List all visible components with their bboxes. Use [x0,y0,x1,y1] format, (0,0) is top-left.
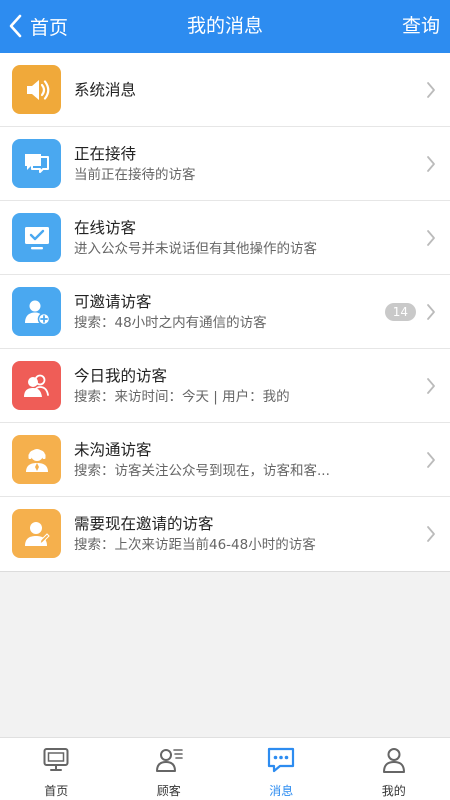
chevron-right-icon [427,378,435,394]
message-item-system[interactable]: 系统消息 [0,53,450,127]
chevron-right-icon [427,82,435,98]
person-icon [382,748,405,773]
tab-label: 我的 [381,784,406,798]
message-list: 系统消息 正在接待 当前正在接待的访客 在线访客 进入公众号并未说话但有其他操作… [0,53,450,572]
message-item-invitable[interactable]: 可邀请访客 搜索：48小时之内有通信的访客 14 [0,275,450,349]
user-add-icon [12,287,61,336]
users-icon [12,361,61,410]
chat-bubbles-icon [12,139,61,188]
user-edit-icon [12,509,61,558]
tab-profile[interactable]: 我的 [338,738,450,800]
tab-home[interactable]: 首页 [0,738,113,800]
tab-messages[interactable]: 消息 [225,738,338,800]
monitor-icon [43,748,69,771]
message-item-uncontacted[interactable]: 未沟通访客 搜索：访客关注公众号到现在，访客和客... [0,423,450,497]
message-subtitle: 当前正在接待的访客 [74,167,196,183]
message-title: 需要现在邀请的访客 [74,515,214,533]
message-item-invite-now[interactable]: 需要现在邀请的访客 搜索：上次来访距当前46-48小时的访客 [0,497,450,571]
chevron-left-icon [9,14,22,38]
message-item-online[interactable]: 在线访客 进入公众号并未说话但有其他操作的访客 [0,201,450,275]
user-list-icon [155,749,183,772]
tab-label: 顾客 [156,784,181,798]
chevron-right-icon [427,526,435,542]
tab-label: 消息 [269,784,294,798]
count-badge: 14 [384,303,416,321]
support-agent-icon [12,435,61,484]
message-subtitle: 搜索：访客关注公众号到现在，访客和客... [74,463,330,479]
monitor-check-icon [12,213,61,262]
message-title: 未沟通访客 [74,441,152,459]
chevron-right-icon [427,452,435,468]
speaker-icon [12,65,61,114]
back-button[interactable]: 首页 [8,8,68,44]
message-subtitle: 搜索：48小时之内有通信的访客 [74,315,267,331]
chevron-right-icon [427,230,435,246]
message-item-receiving[interactable]: 正在接待 当前正在接待的访客 [0,127,450,201]
bottom-tab-bar: 首页 顾客 消息 我的 [0,737,450,800]
message-title: 可邀请访客 [74,293,152,311]
message-icon [268,747,295,773]
message-title: 正在接待 [74,145,137,163]
chevron-right-icon [427,156,435,172]
message-subtitle: 进入公众号并未说话但有其他操作的访客 [74,241,317,257]
header: 首页 我的消息 查询 [0,0,450,53]
tab-customers[interactable]: 顾客 [113,738,226,800]
message-title: 今日我的访客 [74,367,168,385]
message-title: 系统消息 [74,81,137,99]
query-button[interactable]: 查询 [402,0,440,53]
chevron-right-icon [427,304,435,320]
back-label: 首页 [30,16,69,39]
message-subtitle: 搜索：上次来访距当前46-48小时的访客 [74,537,316,553]
tab-label: 首页 [44,784,69,798]
message-item-today-visitors[interactable]: 今日我的访客 搜索：来访时间：今天 | 用户：我的 [0,349,450,423]
message-subtitle: 搜索：来访时间：今天 | 用户：我的 [74,389,290,405]
message-title: 在线访客 [74,219,137,237]
